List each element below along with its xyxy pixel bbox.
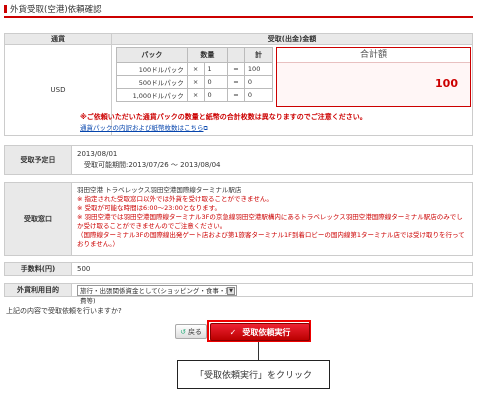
counter-cell: 羽田空港 トラベレックス羽田空港国際線ターミナル駅店 ※ 指定された受取窓口以外… (71, 182, 473, 256)
pack-qty: 1 (203, 62, 229, 76)
execute-button-label: 受取依頼実行 (242, 327, 291, 337)
counter-note: ※ 羽田空港では羽田空港国際線ターミナル3Fの京急線羽田空港駅構内にあるトラベレ… (77, 213, 463, 230)
pack-row: 1,000ドルパック × 0 = 0 (116, 88, 274, 102)
counter-note: （国際線ターミナル3Fの国際線出発ゲート店および第1旅客ターミナル1F到着ロビー… (77, 231, 465, 248)
pack-qty: 0 (203, 75, 229, 89)
pack-equals: = (227, 88, 245, 102)
counter-note: ※ 受取が可能な時間は6:00～23:00となります。 (77, 204, 221, 212)
pack-note: ※ご依頼いただいた通貨パックの数量と紙幣の合計枚数は異なりますのでご注意ください… (80, 113, 367, 121)
pack-row: 500ドルパック × 0 = 0 (116, 75, 274, 89)
pack-total: 100 (243, 62, 274, 76)
pack-qty: 0 (203, 88, 229, 102)
pack-table: パック 数量 計 100ドルパック × 1 = 100 500ドルパック × 0… (116, 47, 274, 102)
total-amount-box: 合計額 100 (276, 47, 471, 107)
pack-times: × (186, 75, 205, 89)
counter-name: 羽田空港 トラベレックス羽田空港国際線ターミナル駅店 (77, 186, 242, 194)
pack-times: × (186, 62, 205, 76)
schedule-date: 2013/08/01 (77, 150, 118, 158)
schedule-label: 受取予定日 (4, 145, 72, 175)
pack-equals: = (227, 75, 245, 89)
page-header: 外貨受取(空港)依頼確認 (4, 3, 473, 18)
schedule-cell: 2013/08/01 受取可能期間:2013/07/26 ～ 2013/08/0… (71, 145, 473, 175)
pack-name: 500ドルパック (116, 75, 188, 89)
instruction-callout: 「受取依頼実行」をクリック (177, 360, 330, 389)
total-label: 合計額 (277, 48, 470, 63)
pack-header-name: パック (116, 47, 188, 63)
pack-name: 1,000ドルパック (116, 88, 188, 102)
callout-connector (258, 342, 259, 360)
total-value: 100 (435, 77, 458, 90)
schedule-period: 受取可能期間:2013/07/26 ～ 2013/08/04 (84, 161, 221, 169)
pack-times: × (186, 88, 205, 102)
header-bullet (4, 5, 7, 13)
back-arrow-icon: ↺ (180, 327, 186, 336)
fee-label: 手数料(円) (4, 262, 72, 276)
pack-header-blank (227, 47, 245, 63)
pack-details-link-wrap: 通貨パックの内訳および紙幣枚数はこちら⧉ (80, 122, 208, 133)
back-button-label: 戻る (187, 327, 202, 336)
check-icon: ✓ (229, 327, 237, 337)
pack-total: 0 (243, 75, 274, 89)
purpose-label: 外貨利用目的 (4, 283, 72, 297)
purpose-select[interactable]: 旅行・出張関係資金として(ショッピング・食事・旅費等) ▼ (77, 285, 237, 305)
pack-header-total: 計 (243, 47, 274, 63)
fee-value: 500 (71, 262, 473, 276)
pack-total: 0 (243, 88, 274, 102)
counter-note: ※ 指定された受取窓口以外では外貨を受け取ることができません。 (77, 195, 273, 203)
pack-equals: = (227, 62, 245, 76)
external-link-icon: ⧉ (203, 125, 208, 132)
execute-request-button[interactable]: ✓ 受取依頼実行 (210, 323, 310, 341)
currency-code: USD (50, 86, 66, 94)
pack-name: 100ドルパック (116, 62, 188, 76)
chevron-down-icon: ▼ (227, 287, 235, 295)
confirm-question: 上記の内容で受取依頼を行いますか? (6, 307, 122, 315)
back-button[interactable]: ↺ 戻る (175, 324, 207, 339)
page-title: 外貨受取(空港)依頼確認 (10, 5, 102, 15)
counter-label: 受取窓口 (4, 182, 72, 256)
pack-details-link[interactable]: 通貨パックの内訳および紙幣枚数はこちら (80, 124, 204, 132)
pack-row: 100ドルパック × 1 = 100 (116, 62, 274, 76)
pack-header-qty: 数量 (186, 47, 229, 63)
